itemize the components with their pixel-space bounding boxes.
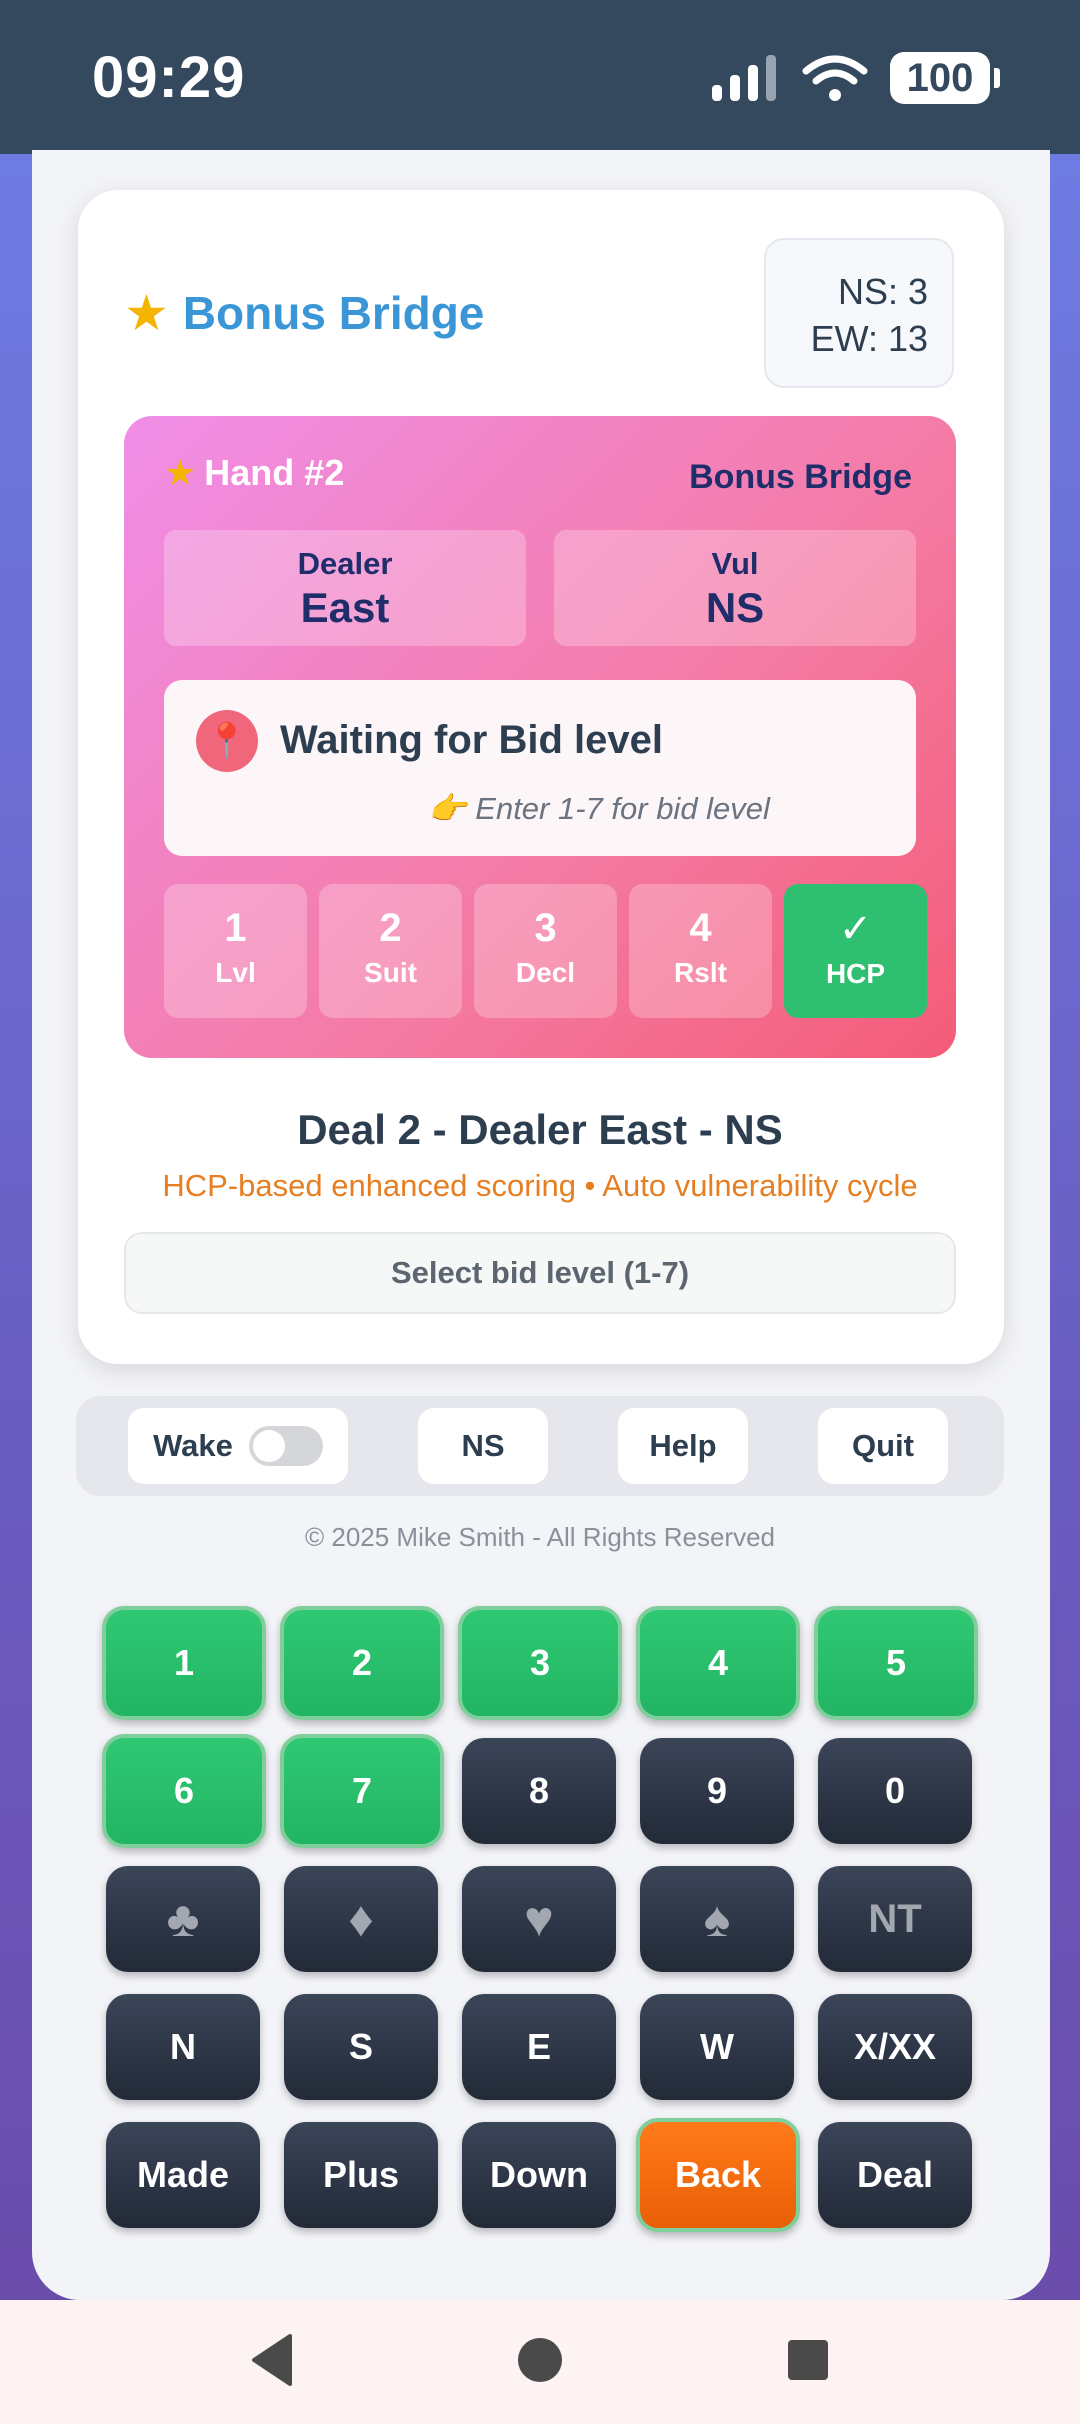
vul-box: Vul NS [554,530,916,646]
score-box: NS: 3 EW: 13 [764,238,954,388]
app-title-text: Bonus Bridge [182,287,485,339]
step-label: Suit [364,957,417,988]
hand-title: ★ Hand #2 [164,452,344,494]
step-label: HCP [825,958,886,989]
app-title: ★ Bonus Bridge [124,284,484,342]
clubs-key[interactable]: ♣ [106,1866,260,1972]
toggle-switch[interactable] [248,1426,323,1466]
key-7[interactable]: 7 [280,1734,444,1848]
spades-key[interactable]: ♠ [640,1866,794,1972]
copyright: © 2025 Mike Smith - All Rights Reserved [304,1522,775,1552]
ns-button[interactable]: NS [418,1408,548,1484]
bid-prompt: Select bid level (1-7) [124,1232,956,1314]
step-label: Rslt [674,957,727,988]
vul-label: Vul [711,546,759,581]
key-9[interactable]: 9 [640,1738,794,1844]
south-key[interactable]: S [284,1994,438,2100]
star-icon: ★ [124,285,169,341]
score-ew: EW: 13 [810,318,928,359]
status-bar: 09:29 100 [0,0,1080,154]
quit-button[interactable]: Quit [818,1408,948,1484]
east-key[interactable]: E [462,1994,616,2100]
back-key[interactable]: Back [636,2118,800,2232]
battery-icon: 100 [890,52,1000,104]
plus-key[interactable]: Plus [284,2122,438,2228]
key-1[interactable]: 1 [102,1606,266,1720]
progress-steps: 1 Lvl 2 Suit 3 Decl 4 Rslt ✓ HCP [164,884,927,1018]
step-number: 1 [224,906,247,950]
signal-icon [712,55,776,101]
wake-label: Wake [153,1428,233,1463]
dealer-box: Dealer East [164,530,526,646]
key-4[interactable]: 4 [636,1606,800,1720]
step-number: 4 [689,906,712,950]
step-label: Lvl [215,957,256,988]
clock: 09:29 [92,45,246,110]
star-icon: ★ [164,452,197,493]
step-hcp: ✓ HCP [784,884,927,1018]
pin-icon: 📍 [196,710,258,772]
west-key[interactable]: W [640,1994,794,2100]
key-5[interactable]: 5 [814,1606,978,1720]
step-level: 1 Lvl [164,884,307,1018]
status-card: 📍 Waiting for Bid level 👉 Enter 1-7 for … [164,680,916,856]
hand-brand: Bonus Bridge [689,458,912,496]
status-heading: Waiting for Bid level [280,718,663,762]
step-number: 2 [379,906,402,950]
wake-toggle[interactable]: Wake [128,1408,348,1484]
diamonds-key[interactable]: ♦ [284,1866,438,1972]
scoring-note: HCP-based enhanced scoring • Auto vulner… [162,1168,918,1203]
score-ns: NS: 3 [837,271,928,312]
key-0[interactable]: 0 [818,1738,972,1844]
step-result: 4 Rslt [629,884,772,1018]
step-label: Decl [515,957,576,988]
down-key[interactable]: Down [462,2122,616,2228]
deal-key[interactable]: Deal [818,2122,972,2228]
vul-value: NS [705,584,765,631]
step-declarer: 3 Decl [474,884,617,1018]
deal-summary: Deal 2 - Dealer East - NS [297,1106,783,1153]
key-3[interactable]: 3 [458,1606,622,1720]
key-8[interactable]: 8 [462,1738,616,1844]
help-button[interactable]: Help [618,1408,748,1484]
made-key[interactable]: Made [106,2122,260,2228]
key-6[interactable]: 6 [102,1734,266,1848]
status-hint: 👉 Enter 1-7 for bid level [428,791,770,826]
hand-title-text: Hand #2 [204,452,345,493]
hearts-key[interactable]: ♥ [462,1866,616,1972]
double-key[interactable]: X/XX [818,1994,972,2100]
dealer-label: Dealer [297,546,393,581]
dealer-value: East [300,584,390,631]
recents-nav-icon[interactable] [780,2328,836,2392]
wifi-icon [802,55,868,101]
step-check-icon: ✓ [838,907,873,951]
system-nav-bar [0,2300,1080,2424]
home-nav-icon[interactable] [512,2328,568,2392]
step-suit: 2 Suit [319,884,462,1018]
status-icons: 100 [710,50,1000,106]
back-nav-icon[interactable] [244,2328,300,2392]
north-key[interactable]: N [106,1994,260,2100]
notrump-key[interactable]: NT [818,1866,972,1972]
key-2[interactable]: 2 [280,1606,444,1720]
step-number: 3 [534,906,557,950]
